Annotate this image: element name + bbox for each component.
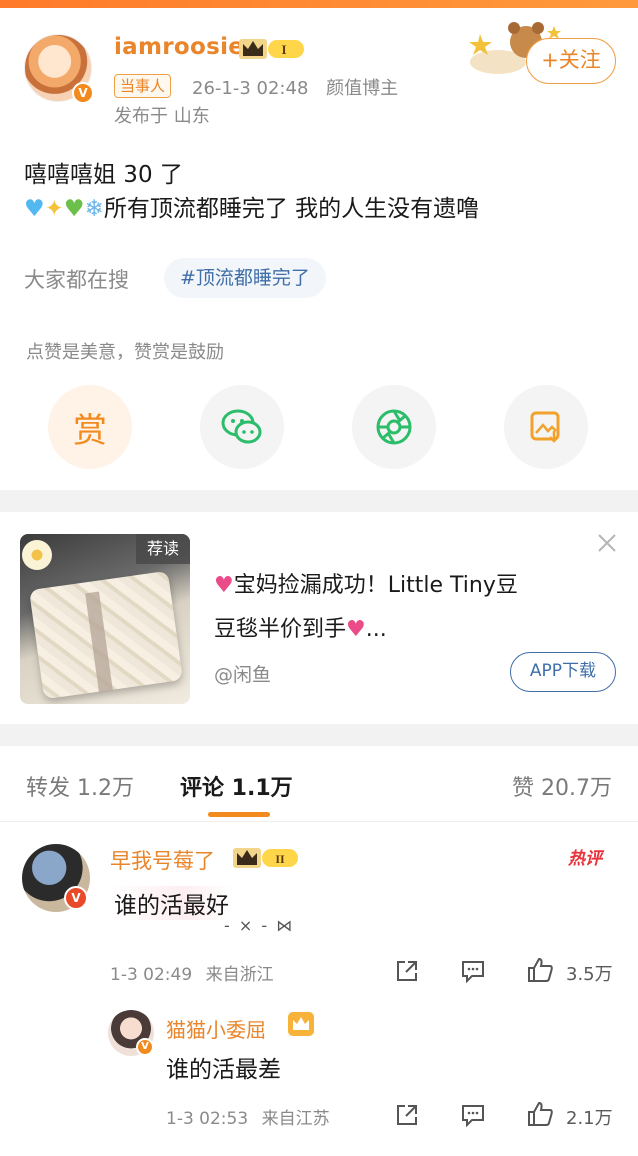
verified-icon: V <box>136 1038 154 1056</box>
image-download-icon <box>530 411 560 443</box>
reward-note: 点赞是美意，赞赏是鼓励 <box>26 342 224 363</box>
close-icon[interactable] <box>596 532 618 554</box>
post-role: 颜值博主 <box>326 78 399 99</box>
commenter-name[interactable]: 早我号莓了 <box>110 845 215 875</box>
svg-text:II: II <box>275 852 285 866</box>
ad-title-line-2: 豆毯半价到手♥... <box>214 608 594 652</box>
tab-like[interactable]: 赞 20.7万 <box>512 770 612 802</box>
avatar[interactable]: V <box>24 34 96 106</box>
share-action-row: 赏 <box>48 385 592 471</box>
app-download-button[interactable]: APP下载 <box>510 652 616 692</box>
tab-repost[interactable]: 转发 1.2万 <box>26 770 134 802</box>
verified-icon: V <box>72 82 94 104</box>
section-divider <box>0 724 638 746</box>
reward-button[interactable]: 赏 <box>48 385 132 469</box>
post-card: V iamroosie I 当事人 26-1-3 02:48 颜值博主 发布于 … <box>0 8 638 490</box>
pink-hearts-icon: ♥ <box>346 617 366 642</box>
top-strip <box>0 0 638 8</box>
reply-icon[interactable] <box>460 1102 486 1128</box>
wechat-icon <box>221 409 262 444</box>
ad-source: @闲鱼 <box>214 664 272 686</box>
ad-title-ellipsis: ... <box>365 617 387 642</box>
like-count: 2.1万 <box>566 1108 613 1129</box>
content-line-2-text: 所有顶流都睡完了 我的人生没有遗噜 <box>103 196 480 222</box>
content-line-1: 嘻嘻嘻姐 30 了 <box>24 162 183 188</box>
active-tab-indicator <box>208 812 270 817</box>
ad-recommend-tag: 荐读 <box>136 534 190 564</box>
post-content: 嘻嘻嘻姐 30 了 ♥✦♥❄所有顶流都睡完了 我的人生没有遗噜 <box>24 158 479 226</box>
member-crown-icon: II <box>233 848 298 868</box>
share-icon[interactable] <box>394 1102 420 1128</box>
like-icon[interactable] <box>526 956 554 984</box>
post-meta: 26-1-3 02:48 颜值博主 <box>192 74 398 100</box>
sparkles-icon: ✦ <box>44 196 64 222</box>
follow-button[interactable]: +关注 <box>526 38 616 84</box>
comment-region: 来自浙江 <box>205 965 274 985</box>
ad-title-line-1: ♥宝妈捡漏成功！Little Tiny豆 <box>214 564 594 608</box>
comment-text: 谁的活最好 <box>110 886 233 920</box>
comment-time: 1-3 02:49 <box>110 965 193 985</box>
reply-meta: 1-3 02:53 来自江苏 <box>166 1104 330 1129</box>
save-image-button[interactable] <box>504 385 588 469</box>
like-count: 3.5万 <box>566 964 613 985</box>
reply-icon[interactable] <box>460 958 486 984</box>
bow-icon: ⋈ <box>276 916 295 935</box>
hashtag-link[interactable]: #顶流都睡完了 <box>164 258 326 298</box>
member-crown-icon: I <box>239 39 304 59</box>
reward-label: 赏 <box>73 410 107 451</box>
flower-decoration <box>22 540 52 570</box>
section-divider <box>0 490 638 512</box>
svg-text:I: I <box>281 42 286 57</box>
blue-heart-icon: ♥ <box>24 196 45 222</box>
bow-decoration-text: - × - <box>224 916 277 935</box>
member-badge-icon <box>288 1012 314 1036</box>
post-location: 发布于 山东 <box>114 106 210 127</box>
ad-title[interactable]: ♥宝妈捡漏成功！Little Tiny豆 豆毯半价到手♥... <box>214 564 594 652</box>
ad-title-line-2-text: 豆毯半价到手 <box>214 617 347 642</box>
comment-meta: 1-3 02:49 来自浙江 <box>110 960 274 985</box>
share-icon[interactable] <box>394 958 420 984</box>
post-timestamp: 26-1-3 02:48 <box>192 78 309 99</box>
pink-hearts-icon: ♥ <box>214 573 234 598</box>
green-heart-icon: ♥ <box>63 196 85 222</box>
ad-card[interactable]: 荐读 ♥宝妈捡漏成功！Little Tiny豆 豆毯半价到手♥... @闲鱼 A… <box>0 512 638 724</box>
ad-title-line-1-text: 宝妈捡漏成功！Little Tiny豆 <box>233 573 518 598</box>
reply-text: 谁的活最差 <box>166 1057 281 1083</box>
moments-share-button[interactable] <box>352 385 436 469</box>
bow-decoration: - × - ⋈ <box>224 916 294 935</box>
reply-region: 来自江苏 <box>261 1109 330 1129</box>
snowflake-icon: ❄ <box>84 196 104 222</box>
moments-icon <box>376 409 412 445</box>
hot-comment-badge: 热评 <box>568 849 602 869</box>
wechat-share-button[interactable] <box>200 385 284 469</box>
like-icon[interactable] <box>526 1100 554 1128</box>
insider-tag: 当事人 <box>114 74 172 98</box>
content-line-2: ♥✦♥❄所有顶流都睡完了 我的人生没有遗噜 <box>24 192 479 226</box>
username[interactable]: iamroosie <box>114 34 244 60</box>
tab-comment[interactable]: 评论 1.1万 <box>180 770 293 802</box>
verified-icon: V <box>64 886 88 910</box>
reply-time: 1-3 02:53 <box>166 1109 249 1129</box>
interaction-tabs: 转发 1.2万 评论 1.1万 赞 20.7万 <box>0 746 638 822</box>
reply-name[interactable]: 猫猫小委屈 <box>166 1014 266 1043</box>
search-label: 大家都在搜 <box>24 268 129 292</box>
